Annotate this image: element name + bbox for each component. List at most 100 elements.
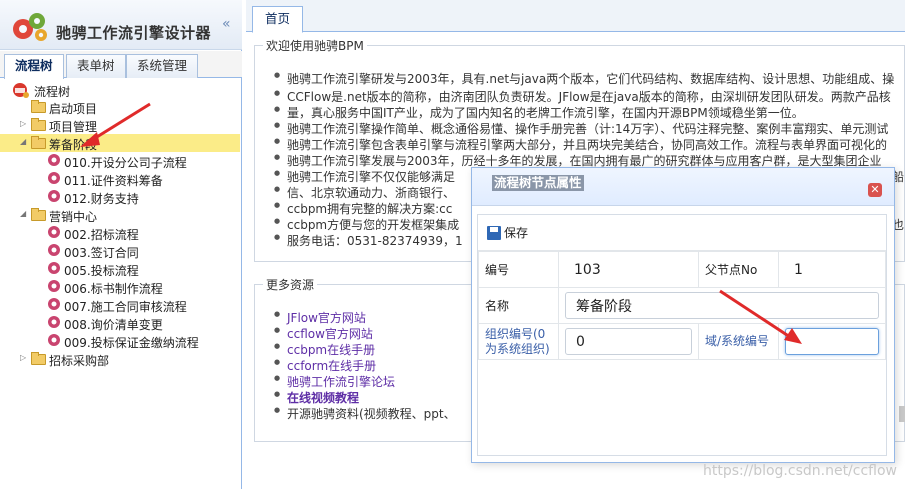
domain-no-input[interactable] <box>785 328 879 355</box>
resource-item-open-source: 开源驰骋资料(视频教程、ppt、 <box>274 405 456 422</box>
welcome-bullet: ccbpm拥有完整的解决方案:cc <box>274 200 452 217</box>
flow-gear-icon <box>48 298 60 310</box>
flow-gear-icon <box>48 190 60 202</box>
tree-leaf[interactable]: 003.签订合同 <box>0 242 240 260</box>
tree-leaf[interactable]: 002.招标流程 <box>0 224 240 242</box>
tree-leaf[interactable]: 009.投标保证金缴纳流程 <box>0 332 240 350</box>
flow-tree-root-icon <box>13 83 29 98</box>
node-form: 编号 103 父节点No 1 名称 组织编号(0为系统组织) 域/系统编号 <box>478 251 886 360</box>
flow-gear-icon <box>48 334 60 346</box>
parent-no-value: 1 <box>794 261 803 278</box>
tree-leaf[interactable]: 006.标书制作流程 <box>0 278 240 296</box>
welcome-bullet: 驰骋工作流引擎操作简单、概念通俗易懂、操作手册完善（计:14万字）、代码注释完整… <box>274 120 888 137</box>
tree-node[interactable]: ◢ 营销中心 <box>0 206 240 224</box>
tree-root[interactable]: 流程树 <box>0 81 240 99</box>
scrollbar-thumb[interactable] <box>899 406 905 422</box>
node-properties-dialog: 流程树节点属性 ✕ 保存 编号 103 父节点No 1 名称 筹备阶段 组织编号… <box>471 167 895 463</box>
resource-link-jflow[interactable]: JFlow官方网站 <box>274 309 366 326</box>
folder-icon <box>31 118 46 131</box>
dialog-header[interactable]: 流程树节点属性 ✕ <box>472 168 894 206</box>
tree-node[interactable]: ▷ 招标采购部 <box>0 350 240 368</box>
open-folder-icon <box>31 208 46 221</box>
welcome-bullet: CCFlow是.net版本的简称，由济南团队负责研发。JFlow是在java版本… <box>274 88 891 105</box>
watermark: https://blog.csdn.net/ccflow <box>703 463 897 479</box>
tree-leaf-label: 011.证件资料筹备 <box>64 174 163 188</box>
logo-bar: 驰骋工作流引擎设计器 « <box>0 0 242 50</box>
org-no-label: 组织编号(0为系统组织) <box>478 323 559 360</box>
tree-leaf-label: 005.投标流程 <box>64 264 139 278</box>
resource-link-ccform-manual[interactable]: ccform在线手册 <box>274 357 376 374</box>
welcome-bullet-continued: 量，真心服务中国IT产业，成为了国内知名的老牌工作流引擎，在国内开源BPM领域稳… <box>274 104 804 121</box>
welcome-bullet: 驰骋工作流引擎研发与2003年，具有.net与java两个版本，它们代码结构、数… <box>274 70 894 87</box>
flow-gear-icon <box>48 226 60 238</box>
resource-link-ccbpm-manual[interactable]: ccbpm在线手册 <box>274 341 375 358</box>
flow-gear-icon <box>48 280 60 292</box>
collapse-panel-icon[interactable]: « <box>222 16 231 32</box>
no-value: 103 <box>574 261 601 278</box>
expand-arrow-icon[interactable]: ▷ <box>20 353 26 362</box>
left-panel: 驰骋工作流引擎设计器 « 流程树 表单树 系统管理 流程树 启动项目 ▷ 项目管… <box>0 0 242 489</box>
tree-node-label: 营销中心 <box>49 210 98 224</box>
tree-node-label: 启动项目 <box>49 102 98 116</box>
dialog-title: 流程树节点属性 <box>492 175 584 191</box>
save-icon <box>487 226 501 240</box>
welcome-bullet: 驰骋工作流引擎包含表单引擎与流程引擎两大部分，并且两块完美结合，协同高效工作。流… <box>274 136 887 153</box>
close-icon[interactable]: ✕ <box>868 183 882 197</box>
welcome-bullet-continued: 信、北京软通动力、浙商银行、 <box>274 184 455 201</box>
app-title: 驰骋工作流引擎设计器 <box>56 24 212 42</box>
domain-no-label: 域/系统编号 <box>698 323 779 360</box>
parent-no-label: 父节点No <box>698 251 779 288</box>
tree-leaf[interactable]: 008.询价清单变更 <box>0 314 240 332</box>
tab-system-admin[interactable]: 系统管理 <box>126 54 199 78</box>
resource-link-forum[interactable]: 驰骋工作流引擎论坛 <box>274 373 395 390</box>
dialog-body: 保存 编号 103 父节点No 1 名称 组织编号(0为系统组织) 域/系统编号 <box>477 214 887 456</box>
open-folder-icon <box>31 136 46 149</box>
tree-leaf-label: 006.标书制作流程 <box>64 282 163 296</box>
tree-leaf[interactable]: 005.投标流程 <box>0 260 240 278</box>
welcome-bullet: 服务电话：0531-82374939，1 <box>274 232 463 249</box>
no-label: 编号 <box>478 251 559 288</box>
dialog-toolbar: 保存 <box>478 215 886 251</box>
flow-gear-icon <box>48 154 60 166</box>
welcome-bullet: ccbpm方便与您的开发框架集成 <box>274 216 459 233</box>
tab-form-tree[interactable]: 表单树 <box>66 54 126 78</box>
tab-home[interactable]: 首页 <box>252 6 304 33</box>
tree-leaf[interactable]: 010.开设分公司子流程 <box>0 152 240 170</box>
tab-flow-tree[interactable]: 流程树 <box>4 54 64 79</box>
gears-logo-icon <box>13 13 47 41</box>
app-window: 驰骋工作流引擎设计器 « 流程树 表单树 系统管理 流程树 启动项目 ▷ 项目管… <box>0 0 905 489</box>
tree-node-label: 筹备阶段 <box>49 138 98 152</box>
left-tab-bar: 流程树 表单树 系统管理 <box>0 51 242 79</box>
tree-leaf[interactable]: 007.施工合同审核流程 <box>0 296 240 314</box>
tree-leaf[interactable]: 012.财务支持 <box>0 188 240 206</box>
org-no-input[interactable] <box>565 328 692 355</box>
collapse-arrow-icon[interactable]: ◢ <box>20 209 26 218</box>
resources-legend: 更多资源 <box>263 276 318 293</box>
flow-gear-icon <box>48 262 60 274</box>
tree-node-label: 项目管理 <box>49 120 98 134</box>
name-input[interactable] <box>565 292 879 319</box>
resource-link-ccflow[interactable]: ccflow官方网站 <box>274 325 373 342</box>
tree-leaf-label: 009.投标保证金缴纳流程 <box>64 336 199 350</box>
tree-leaf-label: 007.施工合同审核流程 <box>64 300 187 314</box>
save-button-label: 保存 <box>504 226 529 240</box>
tree-leaf-label: 003.签订合同 <box>64 246 139 260</box>
tree-node[interactable]: 启动项目 <box>0 98 240 116</box>
welcome-bullet: 驰骋工作流引擎不仅仅能够满足 <box>274 168 455 185</box>
tree-node[interactable]: ▷ 项目管理 <box>0 116 240 134</box>
collapse-arrow-icon[interactable]: ◢ <box>20 137 26 146</box>
save-button[interactable]: 保存 <box>487 224 528 242</box>
tree-leaf-label: 008.询价清单变更 <box>64 318 163 332</box>
resource-link-video[interactable]: 在线视频教程 <box>274 389 359 406</box>
tree-leaf-label: 002.招标流程 <box>64 228 139 242</box>
expand-arrow-icon[interactable]: ▷ <box>20 119 26 128</box>
flow-gear-icon <box>48 244 60 256</box>
name-label: 名称 <box>478 287 559 324</box>
flow-gear-icon <box>48 316 60 328</box>
tree-leaf-label: 012.财务支持 <box>64 192 139 206</box>
tree-node-selected[interactable]: ◢ 筹备阶段 <box>0 134 240 152</box>
tree-leaf[interactable]: 011.证件资料筹备 <box>0 170 240 188</box>
main-tab-bar: 首页 <box>246 0 905 33</box>
flow-gear-icon <box>48 172 60 184</box>
folder-icon <box>31 100 46 113</box>
